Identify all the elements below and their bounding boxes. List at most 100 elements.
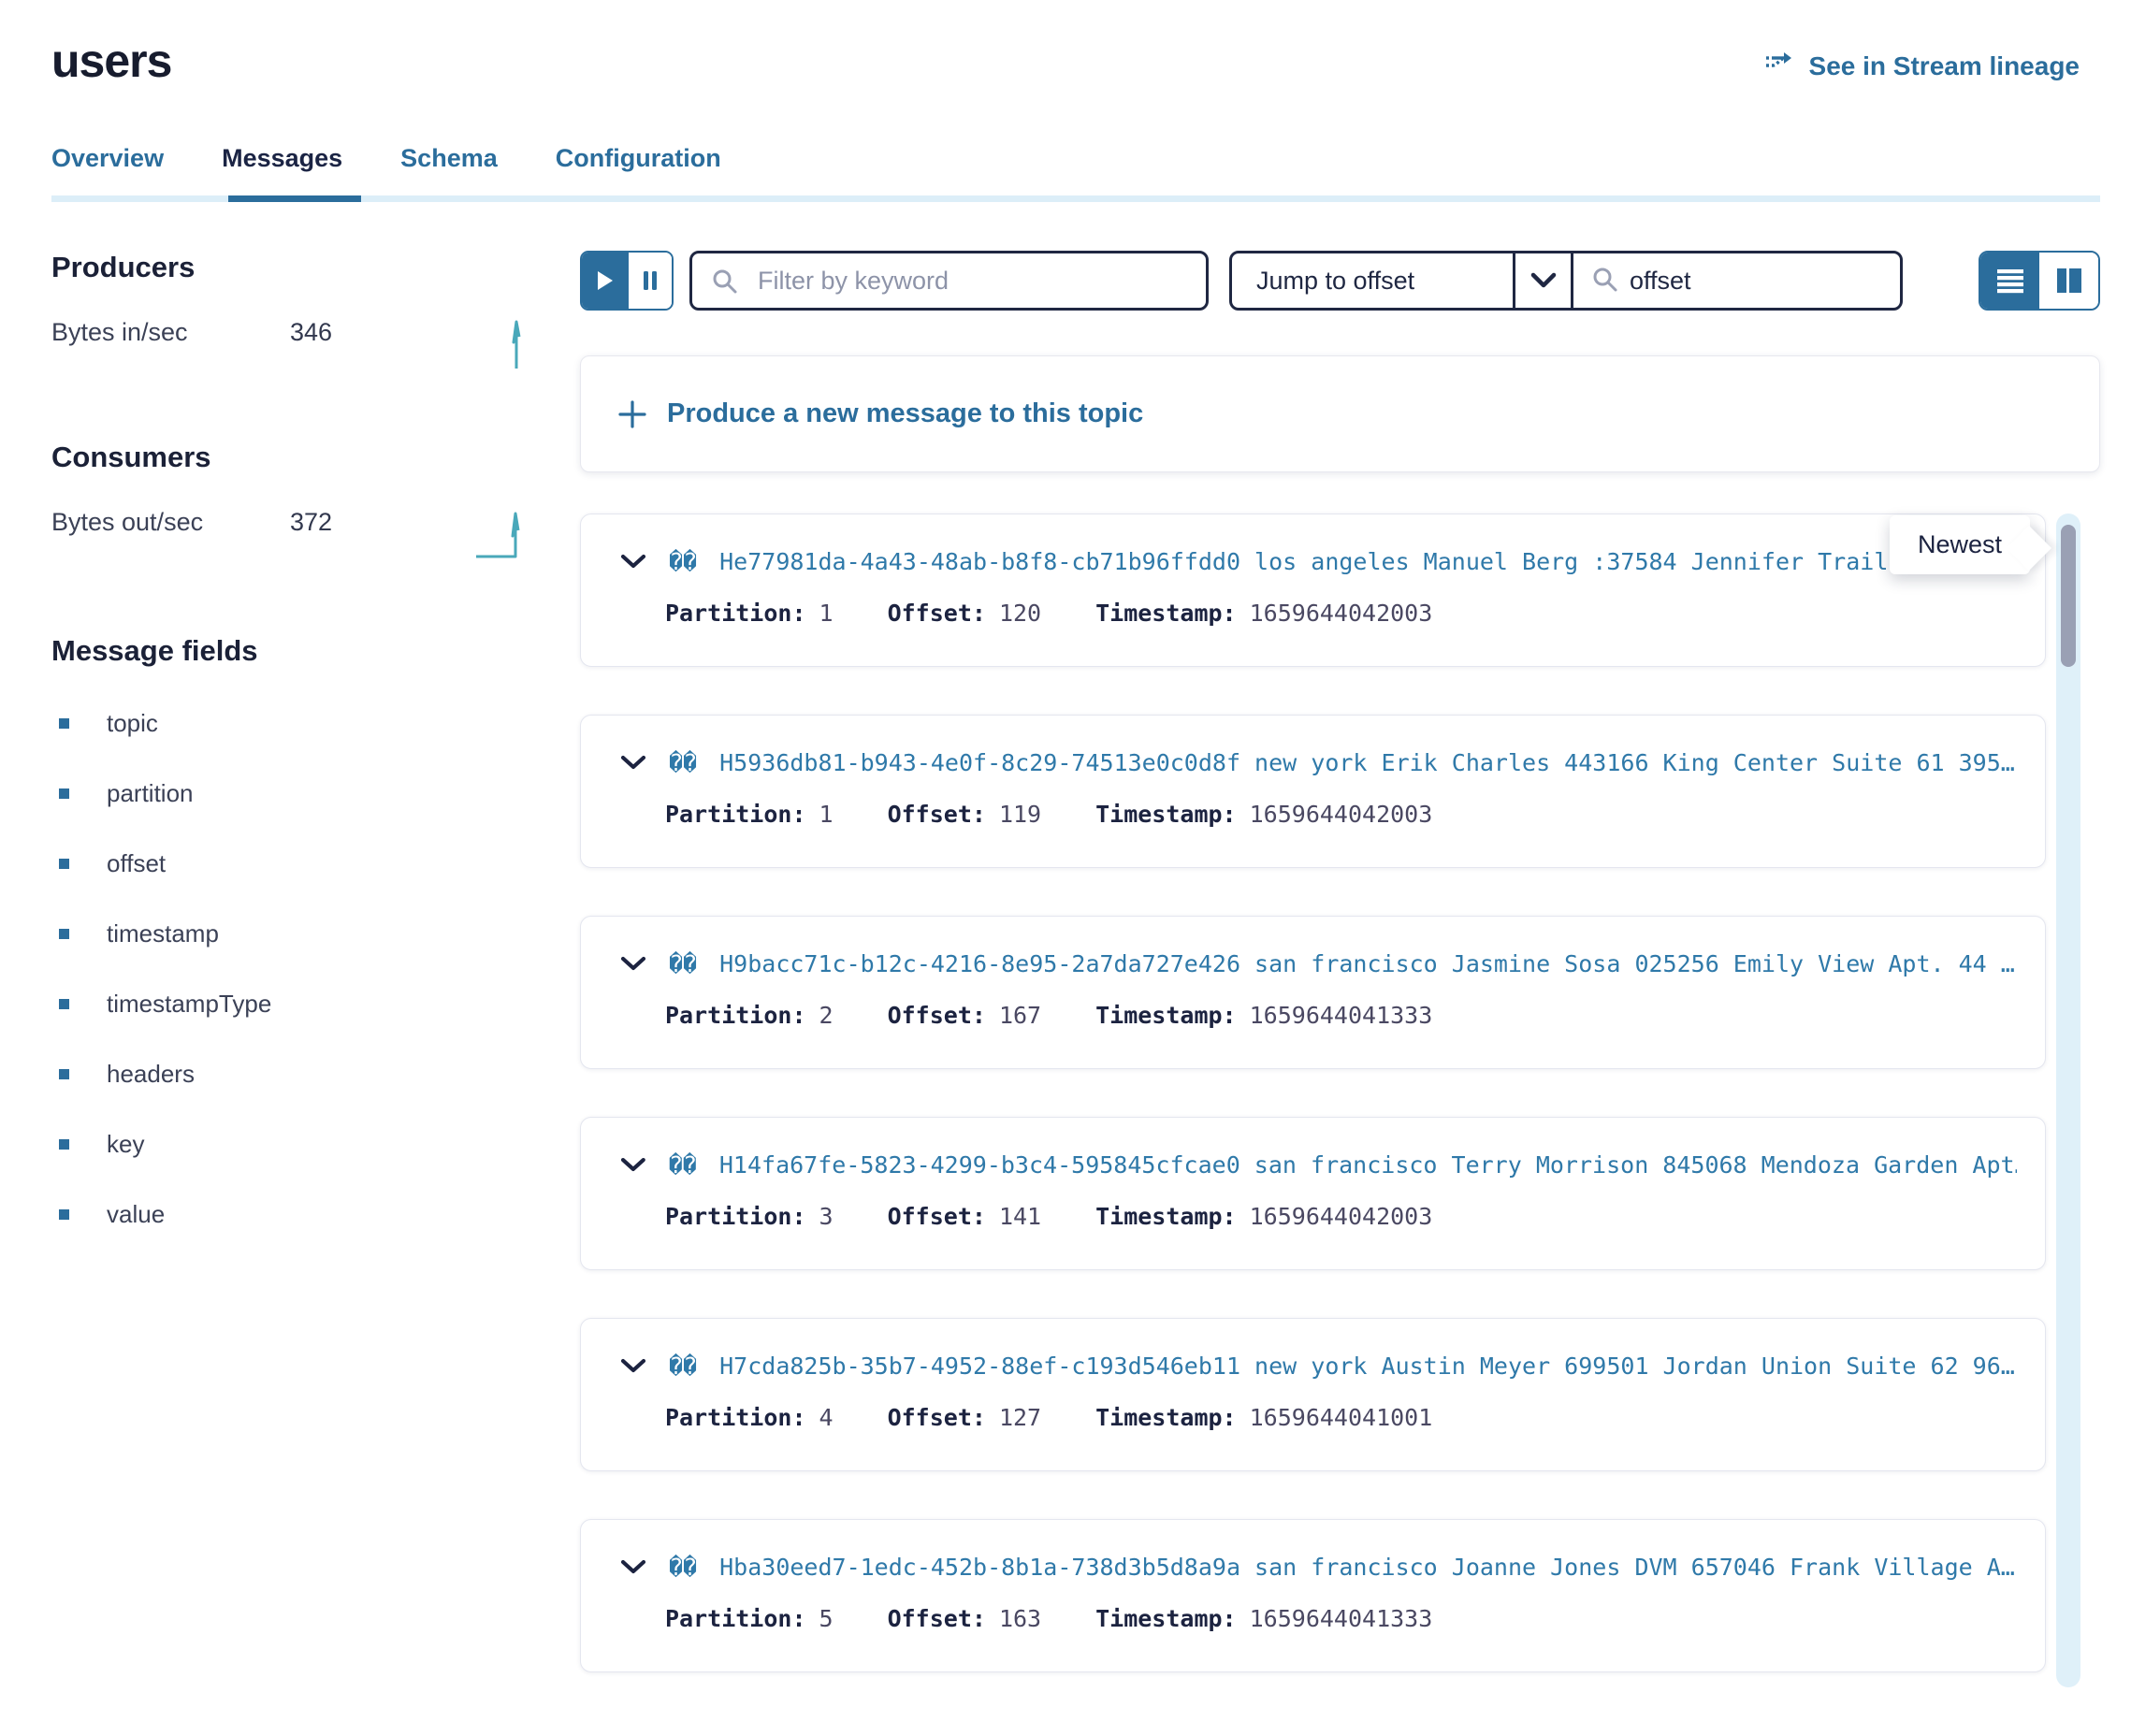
field-bullet-icon (59, 929, 69, 939)
play-button[interactable] (582, 253, 629, 309)
field-item-topic[interactable]: topic (51, 709, 529, 738)
pause-icon (641, 269, 660, 292)
message-value-preview[interactable]: H9bacc71c-b12c-4216-8e95-2a7da727e426 sa… (719, 950, 2015, 977)
message-value-preview[interactable]: H7cda825b-35b7-4952-88ef-c193d546eb11 ne… (719, 1353, 2015, 1380)
chevron-down-icon[interactable] (620, 554, 646, 571)
field-label: value (107, 1200, 165, 1229)
message-value-preview[interactable]: Hba30eed7-1edc-452b-8b1a-738d3b5d8a9a sa… (719, 1554, 2015, 1581)
tab-configuration[interactable]: Configuration (556, 144, 721, 195)
field-item-partition[interactable]: partition (51, 779, 529, 808)
offset-label: Offset: (888, 801, 986, 828)
field-label: key (107, 1130, 144, 1159)
field-label: topic (107, 709, 158, 738)
field-bullet-icon (59, 859, 69, 869)
offset-value: 120 (999, 600, 1041, 627)
message-value-preview[interactable]: H5936db81-b943-4e0f-8c29-74513e0c0d8f ne… (719, 749, 2015, 776)
producers-heading: Producers (51, 251, 529, 284)
list-view-button[interactable] (1980, 253, 2039, 309)
bytes-in-metric: Bytes in/sec 346 (51, 318, 529, 379)
offset-value: 127 (999, 1404, 1041, 1431)
jump-to-offset-control: Jump to offset (1229, 251, 1903, 311)
messages-scrollbar-track[interactable] (2056, 514, 2080, 1687)
partition-label: Partition: (665, 1404, 806, 1431)
message-card[interactable]: �� H14fa67fe-5823-4299-b3c4-595845cfcae0… (580, 1117, 2046, 1270)
timestamp-label: Timestamp: (1095, 1002, 1237, 1029)
pause-button[interactable] (629, 253, 672, 309)
newest-tooltip: Newest (1890, 515, 2030, 574)
field-bullet-icon (59, 788, 69, 799)
tab-overview[interactable]: Overview (51, 144, 164, 195)
bytes-in-value: 346 (290, 318, 332, 347)
field-item-timestampType[interactable]: timestampType (51, 990, 529, 1019)
keyword-filter (689, 251, 1209, 311)
message-key-glyphs: �� (669, 1353, 697, 1380)
stream-lineage-label: See in Stream lineage (1809, 51, 2080, 81)
page-header: users See in Stream lineage (0, 0, 2131, 88)
chevron-down-icon[interactable] (620, 1358, 646, 1375)
keyword-filter-input[interactable] (689, 251, 1209, 311)
timestamp-label: Timestamp: (1095, 600, 1237, 627)
tab-schema[interactable]: Schema (400, 144, 498, 195)
timestamp-label: Timestamp: (1095, 1203, 1237, 1230)
jump-to-offset-select[interactable]: Jump to offset (1232, 253, 1513, 308)
message-key-glyphs: �� (669, 548, 697, 575)
stream-lineage-link[interactable]: See in Stream lineage (1764, 49, 2080, 83)
message-value-preview[interactable]: He77981da-4a43-48ab-b8f8-cb71b96ffdd0 lo… (719, 548, 1916, 575)
bytes-in-label: Bytes in/sec (51, 318, 290, 347)
messages-scrollbar-thumb[interactable] (2061, 525, 2076, 667)
message-meta: Partition:2 Offset:167 Timestamp:1659644… (665, 1002, 2017, 1029)
tab-messages[interactable]: Messages (222, 144, 342, 195)
bytes-out-sparkline (474, 508, 529, 569)
list-view-icon (1995, 268, 2025, 294)
timestamp-value: 1659644042003 (1250, 600, 1433, 627)
message-key-glyphs: �� (669, 950, 697, 977)
stream-lineage-icon (1764, 49, 1796, 83)
partition-label: Partition: (665, 1605, 806, 1632)
message-meta: Partition:1 Offset:120 Timestamp:1659644… (665, 600, 2017, 627)
message-fields-heading: Message fields (51, 634, 529, 668)
message-card[interactable]: �� Hba30eed7-1edc-452b-8b1a-738d3b5d8a9a… (580, 1519, 2046, 1672)
timestamp-label: Timestamp: (1095, 1404, 1237, 1431)
timestamp-value: 1659644042003 (1250, 801, 1433, 828)
offset-label: Offset: (888, 600, 986, 627)
partition-value: 3 (819, 1203, 834, 1230)
offset-value: 167 (999, 1002, 1041, 1029)
field-item-offset[interactable]: offset (51, 849, 529, 878)
play-icon (595, 269, 616, 292)
partition-label: Partition: (665, 1203, 806, 1230)
metrics-sidebar: Producers Bytes in/sec 346 Consumers Byt… (51, 251, 529, 1720)
partition-label: Partition: (665, 600, 806, 627)
messages-toolbar: Jump to offset (580, 251, 2100, 311)
chevron-down-icon[interactable] (620, 956, 646, 973)
partition-value: 1 (819, 801, 834, 828)
partition-label: Partition: (665, 801, 806, 828)
offset-label: Offset: (888, 1203, 986, 1230)
message-value-preview[interactable]: H14fa67fe-5823-4299-b3c4-595845cfcae0 sa… (719, 1151, 2017, 1179)
message-meta: Partition:3 Offset:141 Timestamp:1659644… (665, 1203, 2017, 1230)
field-label: partition (107, 779, 194, 808)
jump-select-chevron[interactable] (1513, 253, 1571, 308)
field-bullet-icon (59, 1209, 69, 1220)
offset-value: 119 (999, 801, 1041, 828)
field-item-key[interactable]: key (51, 1130, 529, 1159)
message-key-glyphs: �� (669, 749, 697, 776)
field-item-value[interactable]: value (51, 1200, 529, 1229)
produce-message-button[interactable]: Produce a new message to this topic (580, 355, 2100, 472)
offset-search-input[interactable] (1630, 267, 1854, 296)
message-meta: Partition:5 Offset:163 Timestamp:1659644… (665, 1605, 2017, 1632)
tab-bar: Overview Messages Schema Configuration (0, 144, 2131, 195)
chevron-down-icon[interactable] (620, 1157, 646, 1174)
field-item-timestamp[interactable]: timestamp (51, 919, 529, 948)
message-card[interactable]: �� H5936db81-b943-4e0f-8c29-74513e0c0d8f… (580, 715, 2046, 868)
view-mode-toggle (1979, 251, 2100, 311)
message-card[interactable]: �� H9bacc71c-b12c-4216-8e95-2a7da727e426… (580, 916, 2046, 1069)
partition-label: Partition: (665, 1002, 806, 1029)
timestamp-value: 1659644041001 (1250, 1404, 1433, 1431)
split-view-button[interactable] (2039, 253, 2098, 309)
chevron-down-icon[interactable] (620, 1559, 646, 1576)
message-card[interactable]: �� He77981da-4a43-48ab-b8f8-cb71b96ffdd0… (580, 514, 2046, 667)
message-card[interactable]: �� H7cda825b-35b7-4952-88ef-c193d546eb11… (580, 1318, 2046, 1471)
chevron-down-icon[interactable] (620, 755, 646, 772)
field-item-headers[interactable]: headers (51, 1060, 529, 1089)
partition-value: 5 (819, 1605, 834, 1632)
